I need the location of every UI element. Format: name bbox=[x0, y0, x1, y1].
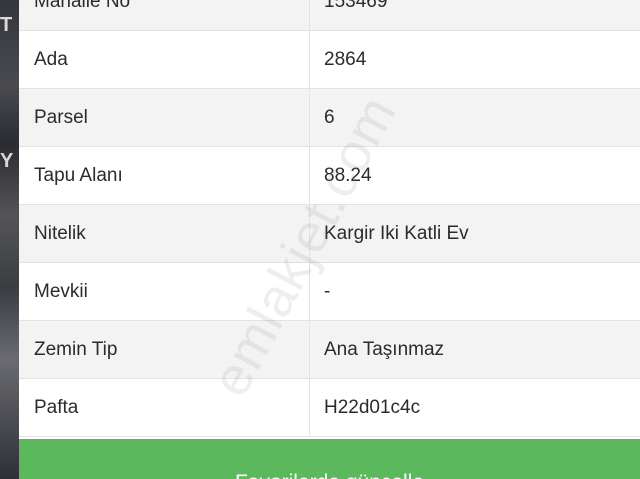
row-value-zemin-tip: Ana Taşınmaz bbox=[309, 320, 640, 379]
row-label-zemin-tip: Zemin Tip bbox=[19, 320, 310, 379]
row-label-mahalle-no: Mahalle No bbox=[19, 0, 310, 31]
table-row: Mahalle No 153469 bbox=[19, 0, 640, 31]
table-row: Parsel 6 bbox=[19, 88, 640, 147]
table-row: Pafta H22d01c4c bbox=[19, 378, 640, 437]
table-row: Zemin Tip Ana Taşınmaz bbox=[19, 320, 640, 379]
row-value-mevkii: - bbox=[309, 262, 640, 321]
row-label-parsel: Parsel bbox=[19, 88, 310, 147]
row-value-pafta: H22d01c4c bbox=[309, 378, 640, 437]
table-row: Mevkii - bbox=[19, 262, 640, 321]
row-label-ada: Ada bbox=[19, 30, 310, 89]
row-label-mevkii: Mevkii bbox=[19, 262, 310, 321]
property-details-panel: Mahalle No 153469 Ada 2864 Parsel 6 Tapu… bbox=[19, 0, 640, 479]
update-favorites-button[interactable]: Favorilerde güncelle bbox=[19, 439, 640, 479]
row-label-nitelik: Nitelik bbox=[19, 204, 310, 263]
row-label-pafta: Pafta bbox=[19, 378, 310, 437]
row-value-tapu-alani: 88.24 bbox=[309, 146, 640, 205]
background-glyph: T bbox=[0, 14, 13, 36]
row-value-mahalle-no: 153469 bbox=[309, 0, 640, 31]
background-glyph: Y bbox=[0, 150, 14, 172]
table-row: Ada 2864 bbox=[19, 30, 640, 89]
row-value-nitelik: Kargir Iki Katli Ev bbox=[309, 204, 640, 263]
table-row: Nitelik Kargir Iki Katli Ev bbox=[19, 204, 640, 263]
row-value-parsel: 6 bbox=[309, 88, 640, 147]
property-info-table: Mahalle No 153469 Ada 2864 Parsel 6 Tapu… bbox=[19, 0, 640, 437]
row-label-tapu-alani: Tapu Alanı bbox=[19, 146, 310, 205]
table-row: Tapu Alanı 88.24 bbox=[19, 146, 640, 205]
row-value-ada: 2864 bbox=[309, 30, 640, 89]
